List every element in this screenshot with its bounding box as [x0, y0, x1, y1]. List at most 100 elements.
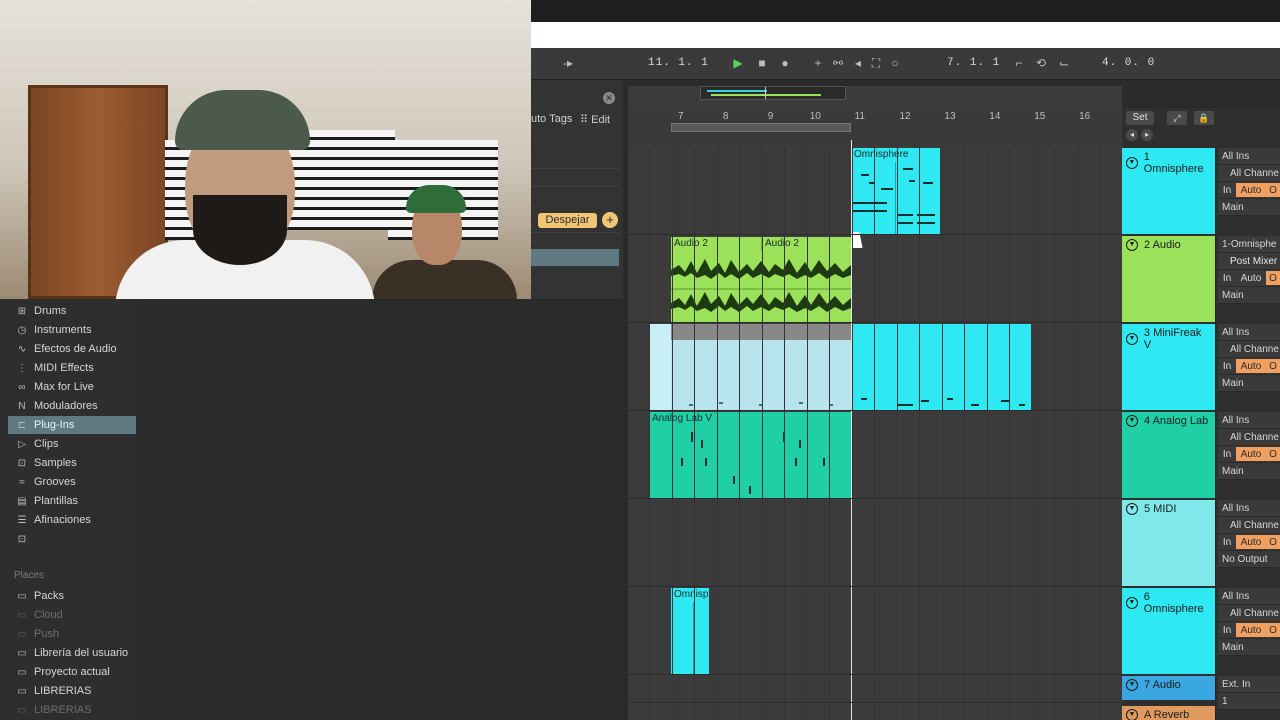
- track-header[interactable]: ▼ 3 MiniFreak V: [1122, 324, 1216, 410]
- browser-item[interactable]: ▤ Plantillas: [8, 492, 136, 510]
- places-item[interactable]: ▭ Push: [8, 625, 136, 643]
- monitor-off-button[interactable]: O: [1266, 183, 1280, 197]
- lock-icon[interactable]: 🔒: [1194, 111, 1214, 125]
- monitor-in-button[interactable]: In: [1218, 534, 1236, 550]
- places-item[interactable]: ▭ Cloud: [8, 606, 136, 624]
- auto-tags-label[interactable]: uto Tags: [531, 113, 572, 125]
- input-channel-chooser[interactable]: All Channe: [1218, 605, 1280, 622]
- fold-icon[interactable]: ▼: [1126, 333, 1138, 345]
- fold-icon[interactable]: ▼: [1126, 679, 1138, 691]
- output-chooser[interactable]: Main: [1218, 639, 1280, 656]
- input-channel-chooser[interactable]: Post Mixer: [1218, 253, 1280, 270]
- browser-item[interactable]: ∿ Efectos de Audio: [8, 340, 136, 358]
- expand-icon[interactable]: ⤢: [1167, 111, 1187, 125]
- track-name[interactable]: 6 Omnisphere: [1144, 591, 1211, 615]
- nav-left-icon[interactable]: ◂: [1126, 129, 1138, 141]
- places-item[interactable]: ▭ LIBRERIAS: [8, 682, 136, 700]
- track-header[interactable]: ▼ 5 MIDI: [1122, 500, 1216, 586]
- input-channel-chooser[interactable]: All Channe: [1218, 429, 1280, 446]
- nav-right-icon[interactable]: ▸: [1141, 129, 1153, 141]
- overdub-icon[interactable]: +: [810, 55, 826, 71]
- input-type-chooser[interactable]: All Ins: [1218, 500, 1280, 517]
- fold-icon[interactable]: ▼: [1126, 503, 1138, 515]
- loop-length[interactable]: 4. 0. 0: [1102, 57, 1155, 69]
- loop-start[interactable]: 7. 1. 1: [947, 57, 1000, 69]
- punch-out-icon[interactable]: ⌙: [1056, 55, 1072, 71]
- input-type-chooser[interactable]: 1-Omnisphe: [1218, 236, 1280, 253]
- monitor-auto-button[interactable]: Auto: [1236, 183, 1266, 197]
- record-icon[interactable]: ●: [777, 55, 793, 71]
- output-chooser[interactable]: Main: [1218, 375, 1280, 392]
- browser-item[interactable]: ∞ Max for Live: [8, 378, 136, 396]
- track-header[interactable]: ▼ 4 Analog Lab: [1122, 412, 1216, 498]
- session-record-icon[interactable]: ○: [887, 55, 903, 71]
- browser-item[interactable]: ◷ Instruments: [8, 321, 136, 339]
- monitor-auto-button[interactable]: Auto: [1236, 535, 1266, 549]
- output-chooser[interactable]: No Output: [1218, 551, 1280, 568]
- input-type-chooser[interactable]: All Ins: [1218, 412, 1280, 429]
- clear-tags-button[interactable]: Despejar: [538, 213, 597, 228]
- input-channel-chooser[interactable]: All Channe: [1218, 517, 1280, 534]
- input-type-chooser[interactable]: Ext. In: [1218, 676, 1280, 693]
- automation-arm-icon[interactable]: ⚯: [830, 55, 846, 71]
- fold-icon[interactable]: ▼: [1126, 239, 1138, 251]
- monitor-auto-button[interactable]: Auto: [1236, 271, 1266, 285]
- edit-tags-button[interactable]: ⠿ Edit: [580, 113, 610, 126]
- input-channel-chooser[interactable]: All Channe: [1218, 165, 1280, 182]
- arrangement-overview[interactable]: [700, 86, 846, 100]
- monitor-auto-button[interactable]: Auto: [1236, 447, 1266, 461]
- places-item[interactable]: ▭ LIBRERIAS: [8, 701, 136, 719]
- track-name[interactable]: 7 Audio: [1144, 679, 1181, 691]
- browser-item[interactable]: ⊡ Samples: [8, 454, 136, 472]
- clip-omnisphere[interactable]: Omnisphere: [851, 148, 940, 234]
- input-type-chooser[interactable]: All Ins: [1218, 588, 1280, 605]
- clip-omnisphere[interactable]: Omnisp: [671, 588, 709, 674]
- places-item[interactable]: ▭ Packs: [8, 587, 136, 605]
- output-chooser[interactable]: Main: [1218, 463, 1280, 480]
- input-type-chooser[interactable]: All Ins: [1218, 148, 1280, 165]
- selected-tag-row[interactable]: [531, 249, 619, 266]
- monitor-off-button[interactable]: O: [1266, 271, 1280, 285]
- monitor-in-button[interactable]: In: [1218, 446, 1236, 462]
- track-name[interactable]: A Reverb: [1144, 709, 1189, 720]
- clip-analog-lab[interactable]: Analog Lab V: [649, 412, 851, 498]
- monitor-off-button[interactable]: O: [1266, 623, 1280, 637]
- capture-icon[interactable]: ⛶: [868, 55, 884, 71]
- browser-item[interactable]: ⊡: [8, 530, 136, 548]
- monitor-auto-button[interactable]: Auto: [1236, 623, 1266, 637]
- add-tag-button[interactable]: +: [602, 212, 618, 228]
- play-icon[interactable]: ▶: [730, 55, 746, 71]
- places-item[interactable]: ▭ Proyecto actual: [8, 663, 136, 681]
- track-header[interactable]: ▼ 6 Omnisphere: [1122, 588, 1216, 674]
- punch-in-icon[interactable]: ⌐: [1011, 55, 1027, 71]
- input-channel-chooser[interactable]: All Channe: [1218, 341, 1280, 358]
- monitor-off-button[interactable]: O: [1266, 359, 1280, 373]
- track-name[interactable]: 5 MIDI: [1144, 503, 1176, 515]
- track-header[interactable]: ▼ 7 Audio: [1122, 676, 1216, 700]
- track-name[interactable]: 1 Omnisphere: [1144, 151, 1211, 175]
- monitor-off-button[interactable]: O: [1266, 535, 1280, 549]
- output-chooser[interactable]: Main: [1218, 287, 1280, 304]
- fold-icon[interactable]: ▼: [1126, 709, 1138, 720]
- fold-icon[interactable]: ▼: [1126, 597, 1138, 609]
- loop-switch-icon[interactable]: ⟲: [1033, 55, 1049, 71]
- track-name[interactable]: 4 Analog Lab: [1144, 415, 1208, 427]
- track-header[interactable]: ▼ 1 Omnisphere: [1122, 148, 1216, 234]
- browser-item[interactable]: ▷ Clips: [8, 435, 136, 453]
- monitor-off-button[interactable]: O: [1266, 447, 1280, 461]
- monitor-in-button[interactable]: In: [1218, 622, 1236, 638]
- browser-item[interactable]: ☰ Afinaciones: [8, 511, 136, 529]
- close-icon[interactable]: ✕: [603, 92, 615, 104]
- browser-item[interactable]: ⊏ Plug-Ins: [8, 416, 136, 434]
- track-name[interactable]: 2 Audio: [1144, 239, 1181, 251]
- browser-item[interactable]: N Moduladores: [8, 397, 136, 415]
- fold-icon[interactable]: ▼: [1126, 157, 1138, 169]
- set-button[interactable]: Set: [1126, 111, 1154, 125]
- output-chooser[interactable]: Main: [1218, 199, 1280, 216]
- input-channel-chooser[interactable]: 1: [1218, 693, 1280, 710]
- fold-icon[interactable]: ▼: [1126, 415, 1138, 427]
- browser-item[interactable]: ≈ Grooves: [8, 473, 136, 491]
- track-header[interactable]: ▼ A Reverb: [1122, 706, 1216, 720]
- browser-item[interactable]: ⋮ MIDI Effects: [8, 359, 136, 377]
- monitor-in-button[interactable]: In: [1218, 182, 1236, 198]
